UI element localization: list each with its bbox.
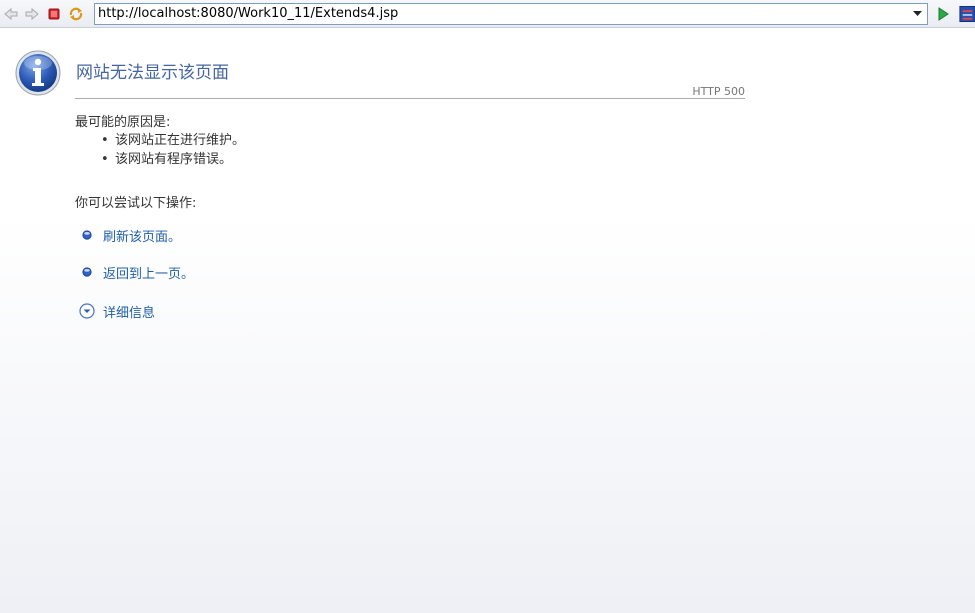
more-info-link[interactable]: 详细信息 [103, 302, 155, 321]
title-divider [75, 98, 745, 99]
go-back-link[interactable]: 返回到上一页。 [103, 263, 194, 282]
stop-icon[interactable] [44, 4, 64, 24]
page-title: 网站无法显示该页面 [76, 63, 229, 83]
chevron-down-icon[interactable] [909, 6, 925, 22]
address-bar[interactable]: http://localhost:8080/Work10_11/Extends4… [94, 3, 928, 25]
more-info-toggle[interactable]: 详细信息 [78, 302, 155, 321]
browser-toolbar: http://localhost:8080/Work10_11/Extends4… [0, 0, 975, 28]
go-back-action[interactable]: 返回到上一页。 [78, 263, 194, 282]
forward-arrow-icon[interactable] [22, 4, 42, 24]
bullet-icon: • [101, 152, 109, 167]
list-item: • 该网站正在进行维护。 [101, 133, 246, 148]
http-status-code: HTTP 500 [692, 85, 745, 98]
actions-heading: 你可以尝试以下操作: [75, 196, 197, 211]
bullet-icon: • [101, 133, 109, 148]
refresh-icon[interactable] [66, 4, 86, 24]
refresh-page-action[interactable]: 刷新该页面。 [78, 226, 181, 245]
bullet-icon [78, 226, 96, 244]
go-arrow-icon[interactable] [933, 4, 953, 24]
causes-heading: 最可能的原因是: [75, 115, 171, 130]
menu-icon[interactable] [958, 4, 975, 24]
address-bar-url[interactable]: http://localhost:8080/Work10_11/Extends4… [98, 6, 398, 21]
causes-list: • 该网站正在进行维护。 • 该网站有程序错误。 [101, 131, 245, 169]
list-item: • 该网站有程序错误。 [101, 152, 233, 167]
refresh-page-link[interactable]: 刷新该页面。 [103, 226, 181, 245]
info-icon [14, 49, 62, 97]
back-arrow-icon[interactable] [1, 4, 21, 24]
bullet-icon [78, 263, 96, 281]
expand-chevron-icon[interactable] [78, 302, 96, 320]
